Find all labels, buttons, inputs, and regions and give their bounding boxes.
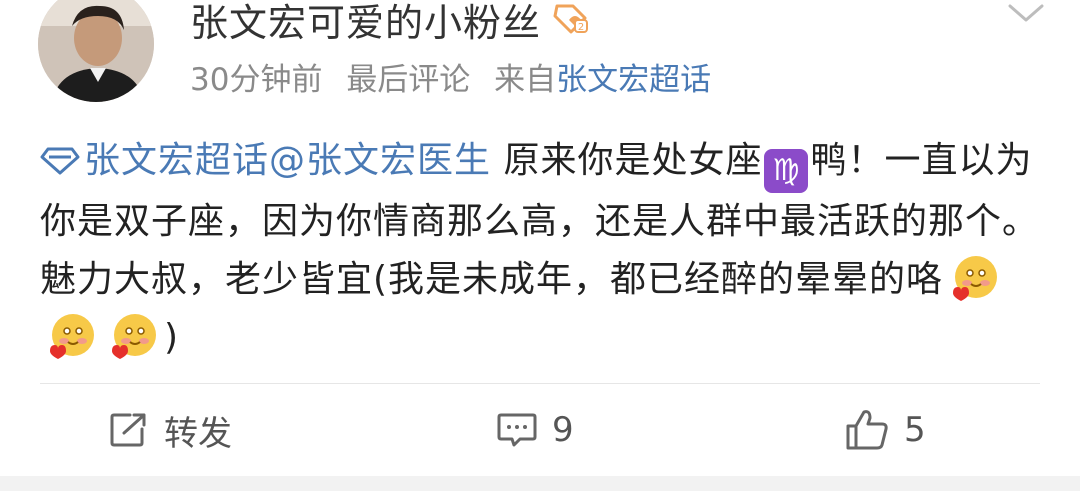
source-prefix: 来自 [494,62,557,98]
source-link[interactable]: 张文宏超话 [556,54,711,99]
author-row: 张文宏可爱的小粉丝 2 [190,0,591,47]
post-text-part-3: ) [164,317,180,358]
post-text: 张文宏超话@张文宏医生 原来你是处女座 ♍ 鸭！一直以为你是双子座，因为你情商那么高… [40,132,1050,367]
mention-link[interactable]: @张文宏医生 [269,140,491,181]
repost-label: 转发 [164,413,232,454]
action-bar: 转发 9 5 [0,384,1080,476]
comment-icon [497,413,537,447]
last-comment-label: 最后评论 [346,62,471,98]
like-button[interactable]: 5 [844,384,926,476]
thumbs-up-icon [846,410,888,450]
post-meta: 30分钟前 最后评论 来自张文宏超话 [190,54,711,99]
blush-heart-emoji [112,314,156,359]
comment-count: 9 [552,410,574,450]
blush-heart-emoji [953,256,998,301]
fan-badge-icon: 2 [553,4,589,34]
author-name[interactable]: 张文宏可爱的小粉丝 [190,0,541,47]
like-count: 5 [904,410,926,450]
repost-button[interactable]: 转发 [108,384,232,476]
blush-heart-emoji [50,314,94,359]
post-text-part-1: 原来你是处女座 [491,140,763,181]
avatar[interactable] [38,0,154,102]
feed-separator [0,476,1080,491]
diamond-topic-icon [40,147,80,175]
virgo-emoji: ♍ [764,149,809,193]
share-icon [110,413,146,447]
post-time: 30分钟前 [190,62,323,98]
svg-text:2: 2 [578,22,584,33]
avatar-photo [38,0,154,102]
chevron-down-icon[interactable] [1006,0,1046,26]
comment-button[interactable]: 9 [496,384,574,476]
topic-link[interactable]: 张文宏超话 [84,140,269,181]
